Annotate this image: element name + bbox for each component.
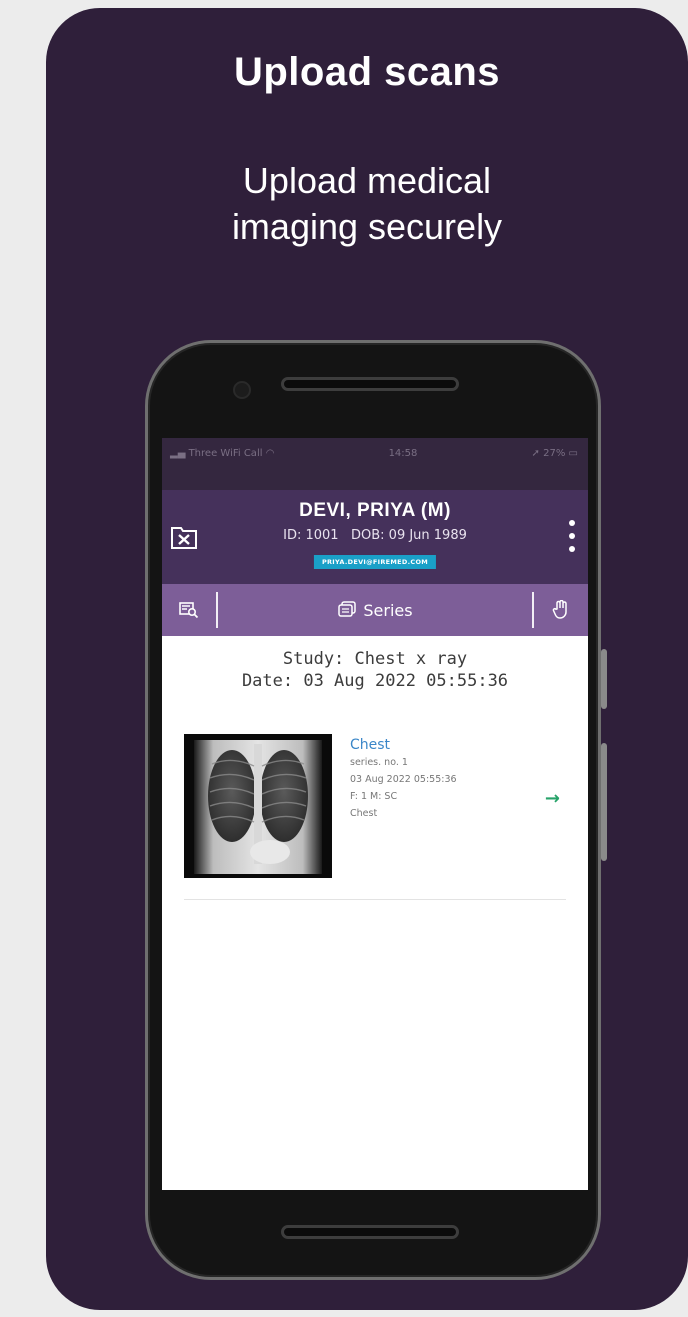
- series-frames-modality: F: 1 M: SC: [350, 791, 398, 802]
- series-title[interactable]: Chest: [350, 736, 457, 754]
- signal-icon: ▂▄: [170, 447, 186, 459]
- tab-divider: [216, 592, 218, 628]
- location-icon: ➚: [531, 447, 540, 459]
- series-details: Chest series. no. 1 03 Aug 2022 05:55:36…: [350, 736, 457, 822]
- carrier-label: Three WiFi Call: [188, 447, 263, 459]
- study-date: Date: 03 Aug 2022 05:55:36: [241, 671, 509, 691]
- status-bar: ▂▄ Three WiFi Call ◠ 14:58 ➚ 27% ▭: [162, 438, 588, 468]
- app-screen: ▂▄ Three WiFi Call ◠ 14:58 ➚ 27% ▭ DEVI,…: [162, 438, 588, 1190]
- phone-camera: [233, 381, 251, 399]
- patient-dob: 09 Jun 1989: [388, 528, 467, 543]
- series-body-part: Chest: [350, 808, 378, 819]
- patient-id-label: ID:: [283, 528, 302, 543]
- status-time: 14:58: [388, 447, 418, 459]
- xray-thumbnail[interactable]: [184, 734, 332, 878]
- series-stack-icon: [338, 601, 357, 617]
- status-carrier: ▂▄ Three WiFi Call ◠: [170, 448, 274, 459]
- search-list-icon: [179, 602, 199, 619]
- tab-series[interactable]: Series: [218, 601, 532, 620]
- battery-icon: ▭: [568, 447, 578, 459]
- patient-dob-label: DOB:: [350, 528, 385, 543]
- status-spacer: [162, 468, 588, 490]
- series-datetime: 03 Aug 2022 05:55:36: [350, 774, 457, 785]
- series-number: series. no. 1: [350, 757, 408, 768]
- promo-title: Upload scans: [233, 50, 501, 94]
- phone-power-button: [601, 743, 607, 861]
- arrow-right-icon[interactable]: →: [545, 788, 560, 809]
- hand-pointer-icon: [552, 600, 567, 619]
- tab-divider: [532, 592, 534, 628]
- phone-bottom-speaker: [281, 1225, 459, 1239]
- tab-bar: Series: [162, 584, 588, 636]
- status-battery: ➚ 27% ▭: [532, 448, 578, 459]
- patient-email-badge: PRIYA.DEVI@FIREMED.COM: [313, 555, 437, 569]
- patient-name: DEVI, PRIYA (M): [299, 500, 451, 521]
- tab-hand-tool[interactable]: [534, 584, 588, 636]
- patient-id: 1001: [305, 528, 339, 543]
- study-name: Study: Chest x ray: [282, 649, 468, 669]
- phone-earpiece: [281, 377, 459, 391]
- patient-meta: ID: 1001 DOB: 09 Jun 1989: [162, 528, 588, 543]
- phone-frame: ▂▄ Three WiFi Call ◠ 14:58 ➚ 27% ▭ DEVI,…: [145, 340, 607, 1280]
- phone-volume-button: [601, 649, 607, 709]
- battery-label: 27%: [543, 447, 566, 459]
- kebab-menu-icon[interactable]: [568, 520, 576, 552]
- study-info: Study: Chest x ray Date: 03 Aug 2022 05:…: [162, 636, 588, 692]
- patient-header: DEVI, PRIYA (M) ID: 1001 DOB: 09 Jun 198…: [162, 490, 588, 584]
- tab-series-label: Series: [363, 600, 413, 620]
- promo-subtitle: Upload medical imaging securely: [231, 160, 503, 247]
- series-list-item[interactable]: Chest series. no. 1 03 Aug 2022 05:55:36…: [184, 734, 566, 900]
- wifi-icon: ◠: [265, 447, 275, 459]
- tab-study-list[interactable]: [162, 584, 216, 636]
